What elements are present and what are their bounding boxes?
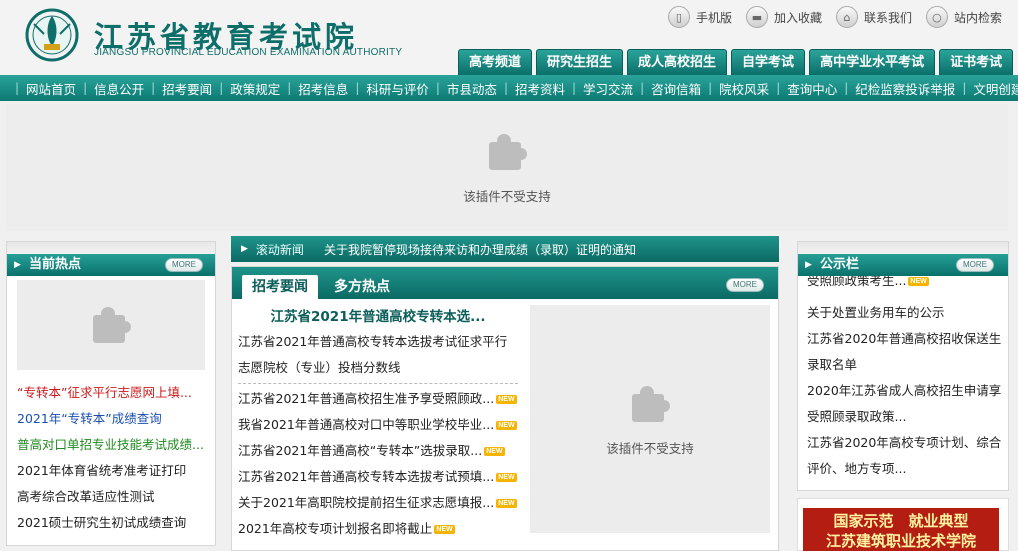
new-badge: NEW bbox=[496, 499, 517, 508]
list-item[interactable]: 江苏省2021年普通高校专转本选拔考试预填... NEW bbox=[238, 464, 518, 490]
ticker-label: 滚动新闻 bbox=[255, 242, 304, 257]
bookmark-icon: ▬ bbox=[745, 6, 768, 28]
puzzle-icon bbox=[485, 130, 529, 174]
hot-image-plugin bbox=[17, 280, 205, 370]
list-item[interactable]: 关于2021年高职院校提前招生征求志愿填报... NEW bbox=[238, 490, 518, 516]
promo-line-1: 国家示范 就业典型 bbox=[833, 512, 969, 530]
plugin-unsupported-text: 该插件不受支持 bbox=[606, 440, 694, 456]
mobile-link[interactable]: ▯ 手机版 bbox=[667, 6, 732, 28]
site-search-label: 站内检索 bbox=[953, 10, 1002, 25]
list-item[interactable]: 江苏省2020年普通高校招收保送生 bbox=[807, 326, 1003, 352]
nav-research[interactable]: 科研与评价 bbox=[366, 79, 429, 98]
notice-list: 受照顾政策考生... NEW 关于处置业务用车的公示 江苏省2020年普通高校招收… bbox=[807, 268, 1003, 482]
nav-exchange[interactable]: 学习交流 bbox=[583, 79, 633, 98]
home-icon: ⌂ bbox=[835, 6, 858, 28]
list-item[interactable]: “专转本”征求平行志愿网上填... bbox=[17, 380, 207, 406]
nav-colleges[interactable]: 院校风采 bbox=[719, 79, 769, 98]
site-subtitle: JIANGSU PROVINCIAL EDUCATION EXAMINATION… bbox=[94, 47, 403, 58]
contact-link-label: 联系我们 bbox=[863, 10, 912, 25]
list-item[interactable]: 高考综合改革适应性测试 bbox=[17, 484, 207, 510]
tab-adult[interactable]: 成人高校招生 bbox=[627, 49, 728, 75]
top-links: ▯ 手机版 ▬ 加入收藏 ⌂ 联系我们 ○ 站内检索 bbox=[667, 6, 1002, 28]
main-more-button[interactable]: MORE bbox=[726, 278, 764, 292]
nav-materials[interactable]: 招考资料 bbox=[515, 79, 565, 98]
list-item[interactable]: 我省2021年普通高校对口中等职业学校毕业... NEW bbox=[238, 412, 518, 438]
list-item[interactable]: 江苏省2021年普通高校招生准予享受照顾政... NEW bbox=[238, 386, 518, 412]
headline-link[interactable]: 江苏省2021年普通高校专转本选... bbox=[238, 305, 518, 329]
new-badge: NEW bbox=[434, 525, 455, 534]
tab-self-study[interactable]: 自学考试 bbox=[731, 49, 806, 75]
news-list: 江苏省2021年普通高校招生准予享受照顾政... NEW 我省2021年普通高校对… bbox=[238, 386, 518, 542]
hot-list: “专转本”征求平行志愿网上填... 2021年“专转本”成绩查询 普高对口单招专… bbox=[17, 380, 207, 536]
notice-panel: 公示栏 MORE 受照顾政策考生...NEW 关于处置业务用车的公示 江苏省20… bbox=[797, 241, 1009, 491]
puzzle-icon bbox=[628, 382, 672, 426]
main-news-panel: 招考要闻 多方热点 MORE 江苏省2021年普通高校专转本选... 江苏省20… bbox=[231, 266, 779, 551]
main-nav: | 网站首页 | 信息公开 | 招考要闻 | 政策规定 | 招考信息 | 科研与评价 | 市… bbox=[0, 75, 1018, 101]
list-item[interactable]: 受照顾录取政策... bbox=[807, 404, 1003, 430]
list-item[interactable]: 2021年“专转本”成绩查询 bbox=[17, 406, 207, 432]
tab-academic-level[interactable]: 高中学业水平考试 bbox=[809, 49, 936, 75]
site-header: 江苏省教育考试院 JIANGSU PROVINCIAL EDUCATION EX… bbox=[0, 0, 1018, 75]
news-ticker: ▶ 滚动新闻 关于我院暂停现场接待来访和办理成绩（录取）证明的通知 bbox=[231, 236, 779, 262]
banner-plugin: 该插件不受支持 bbox=[6, 104, 1008, 231]
main-image-plugin: 该插件不受支持 bbox=[530, 305, 770, 533]
promo-line-2: 江苏建筑职业技术学院 bbox=[825, 532, 976, 550]
ticker-message[interactable]: 关于我院暂停现场接待来访和办理成绩（录取）证明的通知 bbox=[324, 241, 636, 258]
new-badge: NEW bbox=[484, 447, 505, 456]
list-item[interactable]: 江苏省2020年高校专项计划、综合 bbox=[807, 430, 1003, 456]
tab-hot-topics[interactable]: 多方热点 bbox=[324, 275, 400, 299]
nav-civility[interactable]: 文明创建 bbox=[973, 79, 1018, 98]
nav-city-news[interactable]: 市县动态 bbox=[447, 79, 497, 98]
nav-complaints[interactable]: 纪检监察投诉举报 bbox=[855, 79, 955, 98]
channel-tabs: 高考频道 研究生招生 成人高校招生 自学考试 高中学业水平考试 证书考试 bbox=[458, 49, 1014, 75]
hot-more-button[interactable]: MORE bbox=[165, 258, 203, 272]
list-item[interactable]: 2021年高校专项计划报名即将截止 NEW bbox=[238, 516, 518, 542]
tab-gaokao[interactable]: 高考频道 bbox=[458, 49, 533, 75]
bookmark-link[interactable]: ▬ 加入收藏 bbox=[745, 6, 822, 28]
puzzle-icon bbox=[89, 303, 133, 347]
nav-query[interactable]: 查询中心 bbox=[787, 79, 837, 98]
search-icon: ○ bbox=[925, 6, 948, 28]
nav-exam-news[interactable]: 招考要闻 bbox=[162, 79, 212, 98]
new-badge: NEW bbox=[496, 421, 517, 430]
tab-graduate[interactable]: 研究生招生 bbox=[536, 49, 624, 75]
nav-policy[interactable]: 政策规定 bbox=[230, 79, 280, 98]
site-search-link[interactable]: ○ 站内检索 bbox=[925, 6, 1002, 28]
logo-emblem[interactable] bbox=[22, 4, 82, 62]
nav-exam-info[interactable]: 招考信息 bbox=[298, 79, 348, 98]
new-badge: NEW bbox=[908, 277, 929, 286]
ticker-arrow-icon: ▶ bbox=[241, 244, 248, 254]
phone-icon: ▯ bbox=[667, 6, 690, 28]
list-item[interactable]: 2021硕士研究生初试成绩查询 bbox=[17, 510, 207, 536]
list-item[interactable]: 录取名单 bbox=[807, 352, 1003, 378]
promo-banner[interactable]: 国家示范 就业典型 江苏建筑职业技术学院 bbox=[803, 508, 999, 551]
list-item[interactable]: 2021年体育省统考准考证打印 bbox=[17, 458, 207, 484]
bookmark-link-label: 加入收藏 bbox=[773, 10, 822, 25]
notice-more-button[interactable]: MORE bbox=[956, 258, 994, 272]
contact-link[interactable]: ⌂ 联系我们 bbox=[835, 6, 912, 28]
tab-certificate[interactable]: 证书考试 bbox=[939, 49, 1014, 75]
list-item[interactable]: 评价、地方专项... bbox=[807, 456, 1003, 482]
lead-summary[interactable]: 江苏省2021年普通高校专转本选拔考试征求平行志愿院校（专业）投档分数线 bbox=[238, 329, 518, 384]
hot-panel: 当前热点 MORE “专转本”征求平行志愿网上填... 2021年“专转本”成绩… bbox=[6, 241, 216, 546]
nav-mailbox[interactable]: 咨询信箱 bbox=[651, 79, 701, 98]
new-badge: NEW bbox=[496, 395, 517, 404]
list-item[interactable]: 普高对口单招专业技能考试成绩... bbox=[17, 432, 207, 458]
new-badge: NEW bbox=[496, 473, 517, 482]
mobile-link-label: 手机版 bbox=[695, 10, 732, 25]
list-item[interactable]: 江苏省2021年普通高校“专转本”选拔录取... NEW bbox=[238, 438, 518, 464]
list-item[interactable]: 2020年江苏省成人高校招生申请享 bbox=[807, 378, 1003, 404]
tab-exam-news[interactable]: 招考要闻 bbox=[242, 275, 318, 299]
list-item[interactable]: 关于处置业务用车的公示 bbox=[807, 300, 1003, 326]
plugin-unsupported-text: 该插件不受支持 bbox=[463, 189, 551, 204]
nav-info-public[interactable]: 信息公开 bbox=[94, 79, 144, 98]
nav-home[interactable]: 网站首页 bbox=[26, 79, 76, 98]
